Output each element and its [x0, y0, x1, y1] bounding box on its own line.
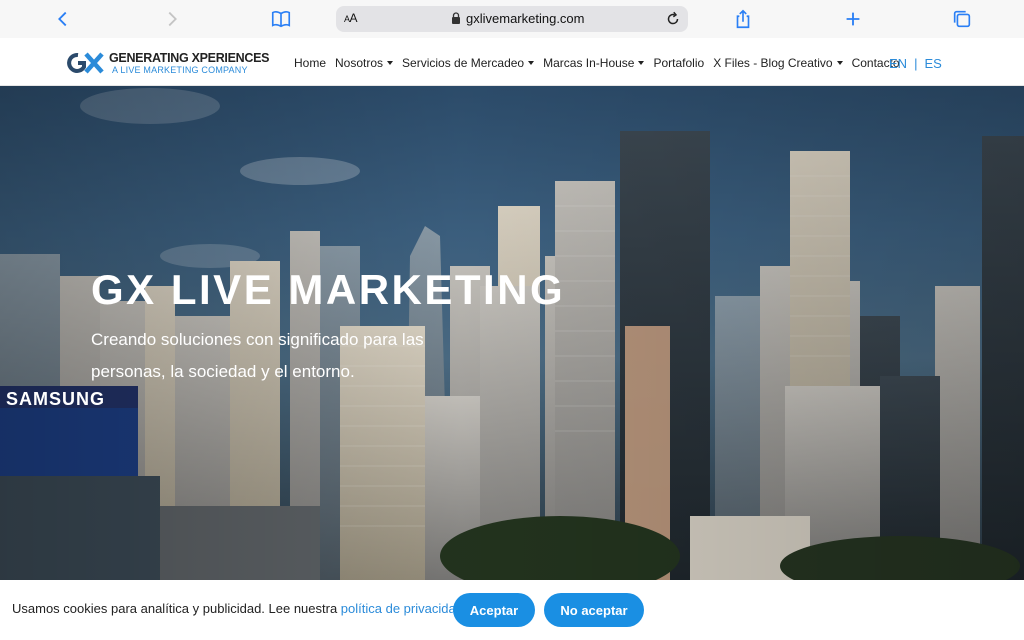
- browser-toolbar: AA gxlivemarketing.com: [0, 0, 1024, 38]
- address-bar[interactable]: AA gxlivemarketing.com: [336, 6, 688, 32]
- lang-separator: |: [914, 56, 918, 71]
- nav-item-home[interactable]: Home: [294, 56, 326, 70]
- caret-down-icon: [638, 61, 645, 65]
- hero-title: GX LIVE MARKETING: [91, 266, 566, 313]
- nav-item-label: X Files - Blog Creativo: [713, 56, 833, 70]
- nav-item-label: Nosotros: [335, 56, 384, 70]
- back-icon[interactable]: [50, 6, 76, 32]
- hero-subtitle: Creando soluciones con significado para …: [91, 330, 424, 381]
- nav-item-label: Servicios de Mercadeo: [402, 56, 525, 70]
- share-icon[interactable]: [730, 6, 756, 32]
- language-switcher: EN | ES: [889, 56, 949, 71]
- nav-item-portafolio[interactable]: Portafolio: [653, 56, 704, 70]
- nav-item-label: Marcas In-House: [543, 56, 635, 70]
- caret-down-icon: [528, 61, 535, 65]
- reload-icon[interactable]: [664, 10, 682, 28]
- site-header: GENERATING XPERIENCES A LIVE MARKETING C…: [0, 38, 1024, 86]
- site-logo[interactable]: GENERATING XPERIENCES A LIVE MARKETING C…: [66, 51, 270, 77]
- caret-down-icon: [836, 61, 843, 65]
- url-text: gxlivemarketing.com: [466, 11, 585, 26]
- lang-es-link[interactable]: ES: [924, 56, 941, 71]
- reject-cookies-button[interactable]: No aceptar: [544, 593, 644, 627]
- lang-en-link[interactable]: EN: [889, 56, 907, 71]
- bookmarks-icon[interactable]: [268, 6, 294, 32]
- nav-item-label: Portafolio: [653, 56, 705, 70]
- new-tab-icon[interactable]: [840, 6, 866, 32]
- nav-item-marcas-in-house[interactable]: Marcas In-House: [543, 56, 645, 70]
- hero-banner: SAMSUNG GX LIVE MARKETING Creando soluci…: [0, 86, 1024, 580]
- main-nav: Home Nosotros Servicios de Mercadeo Marcas …: [294, 56, 909, 70]
- billboard-brand: SAMSUNG: [6, 389, 106, 409]
- logo-subtitle: A LIVE MARKETING COMPANY: [112, 65, 248, 75]
- caret-down-icon: [387, 61, 394, 65]
- text-size-button[interactable]: AA: [344, 11, 358, 25]
- nav-item-servicios-de-mercadeo[interactable]: Servicios de Mercadeo: [402, 56, 535, 70]
- nav-item-x-files-blog-creativo[interactable]: X Files - Blog Creativo: [713, 56, 843, 70]
- cookie-text: Usamos cookies para analítica y publicid…: [12, 601, 341, 616]
- forward-icon[interactable]: [159, 6, 185, 32]
- nav-item-label: Home: [294, 56, 327, 70]
- logo-title: GENERATING XPERIENCES: [109, 51, 270, 65]
- privacy-policy-link[interactable]: política de privacidad: [341, 601, 463, 616]
- tabs-overview-icon[interactable]: [949, 6, 975, 32]
- accept-cookies-button[interactable]: Aceptar: [453, 593, 535, 627]
- lock-icon: [452, 12, 460, 24]
- cookie-message: Usamos cookies para analítica y publicid…: [12, 601, 467, 616]
- gx-logo-mark: [67, 52, 104, 74]
- nav-item-nosotros[interactable]: Nosotros: [335, 56, 394, 70]
- cookie-banner: Usamos cookies para analítica y publicid…: [0, 580, 1024, 640]
